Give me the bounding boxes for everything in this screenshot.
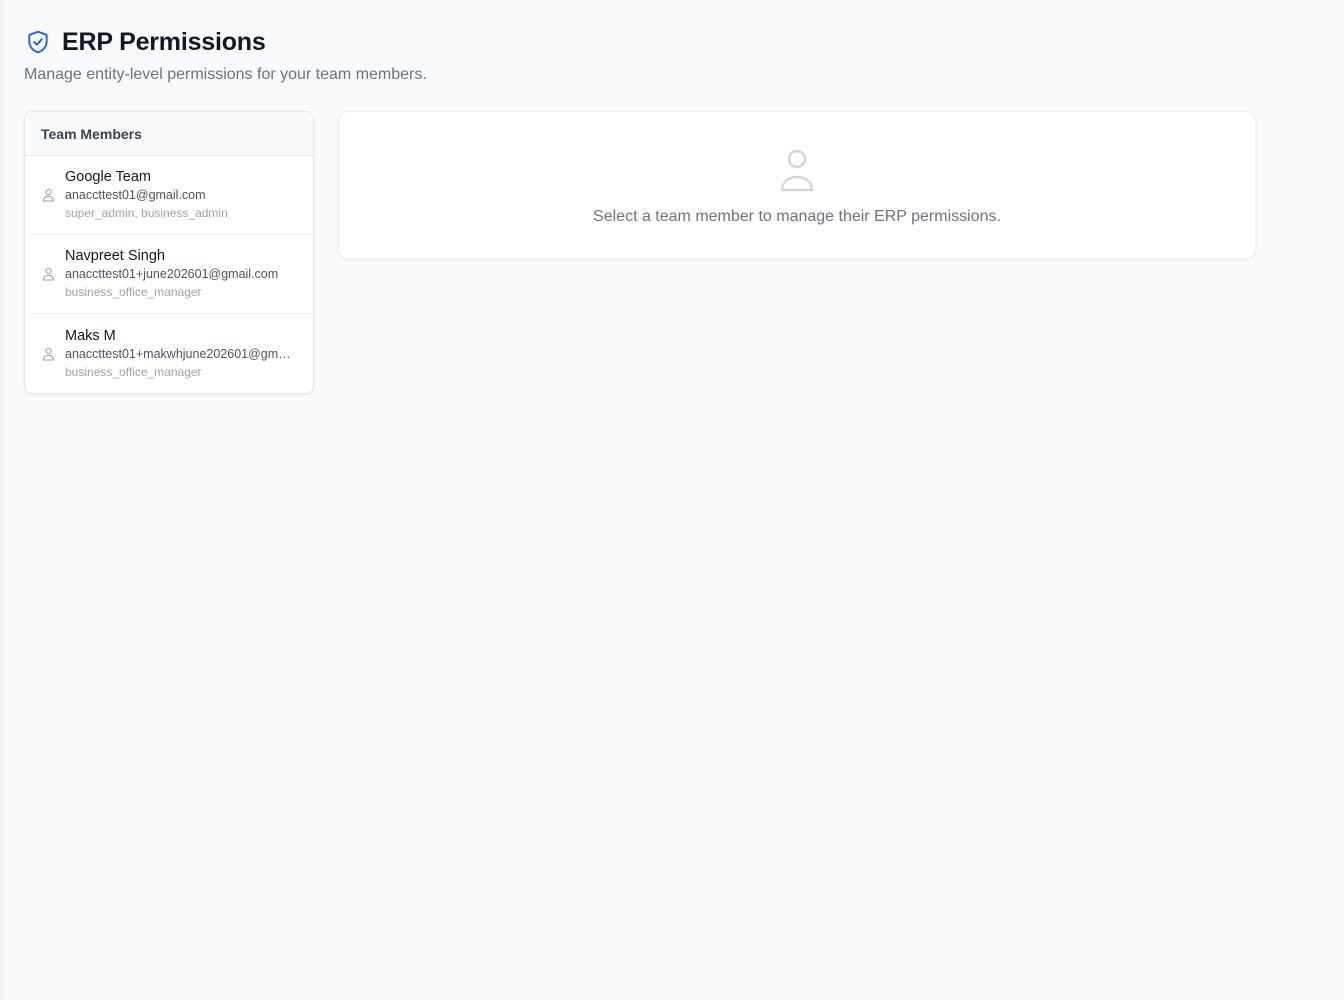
member-email: anaccttest01@gmail.com xyxy=(65,188,206,202)
member-name: Google Team xyxy=(65,169,151,185)
member-email: anaccttest01+june202601@gmail.com xyxy=(65,267,279,281)
empty-state-message: Select a team member to manage their ERP… xyxy=(593,208,1001,225)
team-member-navpreet-singh[interactable]: Navpreet Singh anaccttest01+june202601@g… xyxy=(25,235,313,314)
user-icon xyxy=(41,267,55,281)
member-info: Navpreet Singh anaccttest01+june202601@g… xyxy=(65,247,297,301)
member-roles: super_admin, business_admin xyxy=(65,206,228,220)
member-email: anaccttest01+makwhjune202601@gmail.com xyxy=(65,346,297,361)
page-subtitle: Manage entity-level permissions for your… xyxy=(24,66,427,83)
member-info: Maks M anaccttest01+makwhjune202601@gmai… xyxy=(65,327,297,381)
shield-check-icon xyxy=(24,28,52,56)
user-icon xyxy=(41,188,55,202)
team-member-maks-m[interactable]: Maks M anaccttest01+makwhjune202601@gmai… xyxy=(25,314,313,393)
erp-permissions-page: ERP Permissions Manage entity-level perm… xyxy=(0,0,1344,1000)
team-member-google-team[interactable]: Google Team anaccttest01@gmail.com super… xyxy=(25,156,313,235)
main-content: Team Members Google Team anaccttest01@gm… xyxy=(24,111,1320,394)
left-edge-shadow xyxy=(0,0,6,1000)
team-members-panel: Team Members Google Team anaccttest01@gm… xyxy=(24,111,314,394)
page-header: ERP Permissions xyxy=(24,26,1320,58)
member-info: Google Team anaccttest01@gmail.com super… xyxy=(65,168,297,222)
permissions-empty-state: Select a team member to manage their ERP… xyxy=(338,111,1256,259)
user-icon xyxy=(779,148,815,196)
page-title: ERP Permissions xyxy=(62,27,266,56)
member-roles: business_office_manager xyxy=(65,285,202,299)
user-icon xyxy=(41,347,55,361)
member-roles: business_office_manager xyxy=(65,364,202,379)
member-name: Maks M xyxy=(65,327,116,344)
member-name: Navpreet Singh xyxy=(65,248,165,264)
team-members-heading: Team Members xyxy=(25,112,313,156)
